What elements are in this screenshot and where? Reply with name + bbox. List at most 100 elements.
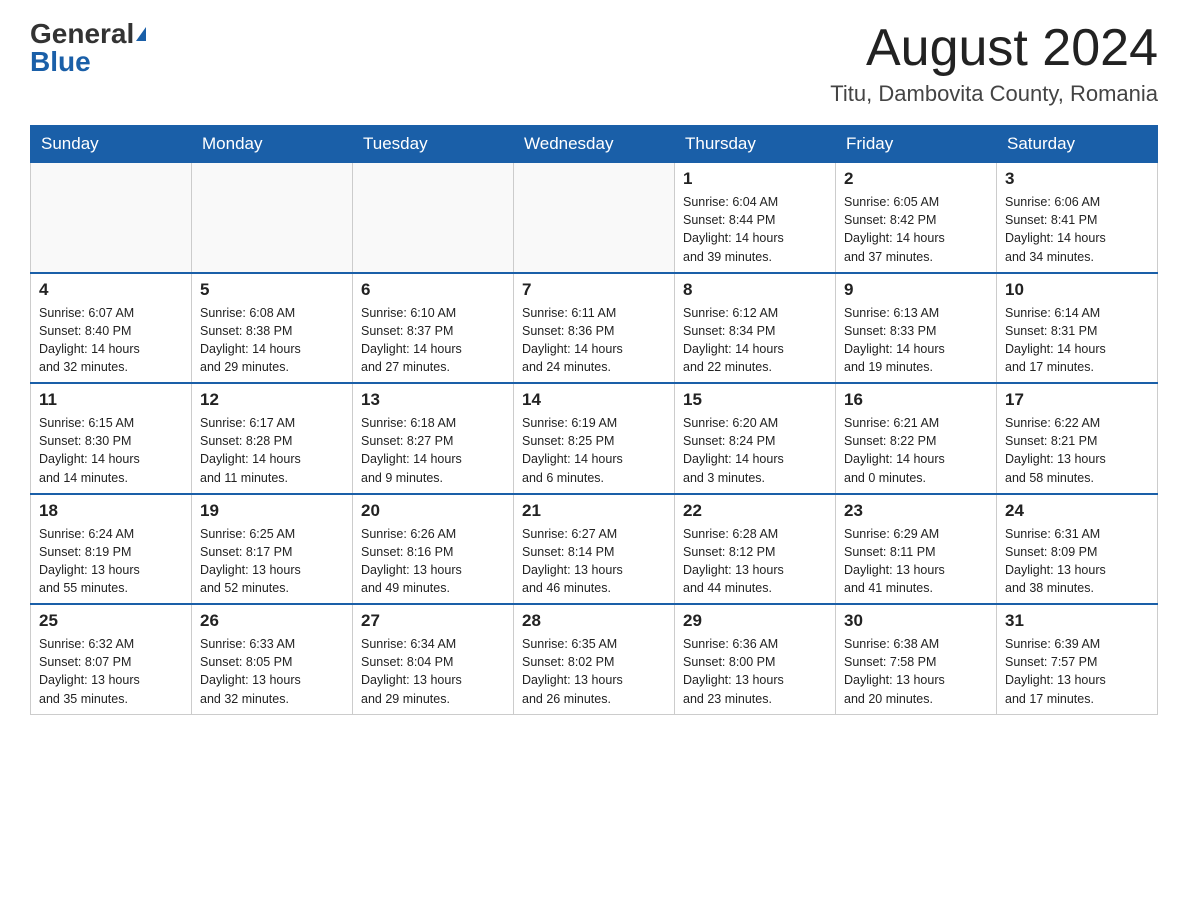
calendar-cell: 3 Sunrise: 6:06 AM Sunset: 8:41 PM Daylig… — [997, 163, 1158, 273]
day-info: Sunrise: 6:17 AM Sunset: 8:28 PM Dayligh… — [200, 414, 344, 487]
day-number: 26 — [200, 611, 344, 631]
day-number: 10 — [1005, 280, 1149, 300]
calendar-cell: 6 Sunrise: 6:10 AM Sunset: 8:37 PM Daylig… — [353, 273, 514, 384]
calendar-cell: 1 Sunrise: 6:04 AM Sunset: 8:44 PM Daylig… — [675, 163, 836, 273]
day-info: Sunrise: 6:34 AM Sunset: 8:04 PM Dayligh… — [361, 635, 505, 708]
logo-triangle-icon — [136, 27, 146, 41]
day-info: Sunrise: 6:05 AM Sunset: 8:42 PM Dayligh… — [844, 193, 988, 266]
calendar-week-1: 1 Sunrise: 6:04 AM Sunset: 8:44 PM Daylig… — [31, 163, 1158, 273]
day-number: 28 — [522, 611, 666, 631]
calendar-cell — [353, 163, 514, 273]
day-number: 23 — [844, 501, 988, 521]
day-number: 6 — [361, 280, 505, 300]
calendar-week-5: 25 Sunrise: 6:32 AM Sunset: 8:07 PM Dayli… — [31, 604, 1158, 714]
day-number: 20 — [361, 501, 505, 521]
header: General Blue August 2024 Titu, Dambovita… — [30, 20, 1158, 107]
day-info: Sunrise: 6:07 AM Sunset: 8:40 PM Dayligh… — [39, 304, 183, 377]
day-number: 22 — [683, 501, 827, 521]
calendar-cell: 24 Sunrise: 6:31 AM Sunset: 8:09 PM Dayli… — [997, 494, 1158, 605]
calendar-cell: 31 Sunrise: 6:39 AM Sunset: 7:57 PM Dayli… — [997, 604, 1158, 714]
day-info: Sunrise: 6:32 AM Sunset: 8:07 PM Dayligh… — [39, 635, 183, 708]
calendar-cell: 9Sunrise: 6:13 AM Sunset: 8:33 PM Daylig… — [836, 273, 997, 384]
logo: General Blue — [30, 20, 146, 76]
day-number: 8 — [683, 280, 827, 300]
day-info: Sunrise: 6:26 AM Sunset: 8:16 PM Dayligh… — [361, 525, 505, 598]
calendar-header-monday: Monday — [192, 126, 353, 163]
calendar-cell: 21Sunrise: 6:27 AM Sunset: 8:14 PM Dayli… — [514, 494, 675, 605]
calendar-header-sunday: Sunday — [31, 126, 192, 163]
calendar-cell: 2Sunrise: 6:05 AM Sunset: 8:42 PM Daylig… — [836, 163, 997, 273]
day-number: 19 — [200, 501, 344, 521]
day-info: Sunrise: 6:13 AM Sunset: 8:33 PM Dayligh… — [844, 304, 988, 377]
day-info: Sunrise: 6:18 AM Sunset: 8:27 PM Dayligh… — [361, 414, 505, 487]
day-number: 5 — [200, 280, 344, 300]
day-number: 30 — [844, 611, 988, 631]
day-number: 12 — [200, 390, 344, 410]
day-info: Sunrise: 6:14 AM Sunset: 8:31 PM Dayligh… — [1005, 304, 1149, 377]
calendar-week-3: 11 Sunrise: 6:15 AM Sunset: 8:30 PM Dayli… — [31, 383, 1158, 494]
calendar-header-row: SundayMondayTuesdayWednesdayThursdayFrid… — [31, 126, 1158, 163]
calendar-cell: 26 Sunrise: 6:33 AM Sunset: 8:05 PM Dayli… — [192, 604, 353, 714]
day-number: 14 — [522, 390, 666, 410]
day-info: Sunrise: 6:24 AM Sunset: 8:19 PM Dayligh… — [39, 525, 183, 598]
calendar-cell: 29Sunrise: 6:36 AM Sunset: 8:00 PM Dayli… — [675, 604, 836, 714]
day-number: 3 — [1005, 169, 1149, 189]
calendar-cell — [514, 163, 675, 273]
day-number: 31 — [1005, 611, 1149, 631]
calendar-cell: 28 Sunrise: 6:35 AM Sunset: 8:02 PM Dayli… — [514, 604, 675, 714]
day-info: Sunrise: 6:04 AM Sunset: 8:44 PM Dayligh… — [683, 193, 827, 266]
calendar-cell: 12 Sunrise: 6:17 AM Sunset: 8:28 PM Dayli… — [192, 383, 353, 494]
calendar-cell: 18 Sunrise: 6:24 AM Sunset: 8:19 PM Dayli… — [31, 494, 192, 605]
day-info: Sunrise: 6:35 AM Sunset: 8:02 PM Dayligh… — [522, 635, 666, 708]
calendar-cell: 25 Sunrise: 6:32 AM Sunset: 8:07 PM Dayli… — [31, 604, 192, 714]
month-title: August 2024 — [830, 20, 1158, 77]
calendar: SundayMondayTuesdayWednesdayThursdayFrid… — [30, 125, 1158, 715]
day-number: 27 — [361, 611, 505, 631]
day-number: 21 — [522, 501, 666, 521]
day-info: Sunrise: 6:29 AM Sunset: 8:11 PM Dayligh… — [844, 525, 988, 598]
calendar-cell: 7Sunrise: 6:11 AM Sunset: 8:36 PM Daylig… — [514, 273, 675, 384]
day-info: Sunrise: 6:39 AM Sunset: 7:57 PM Dayligh… — [1005, 635, 1149, 708]
day-info: Sunrise: 6:33 AM Sunset: 8:05 PM Dayligh… — [200, 635, 344, 708]
calendar-cell: 10 Sunrise: 6:14 AM Sunset: 8:31 PM Dayli… — [997, 273, 1158, 384]
calendar-cell: 20 Sunrise: 6:26 AM Sunset: 8:16 PM Dayli… — [353, 494, 514, 605]
day-number: 25 — [39, 611, 183, 631]
day-info: Sunrise: 6:25 AM Sunset: 8:17 PM Dayligh… — [200, 525, 344, 598]
day-info: Sunrise: 6:10 AM Sunset: 8:37 PM Dayligh… — [361, 304, 505, 377]
day-number: 18 — [39, 501, 183, 521]
title-area: August 2024 Titu, Dambovita County, Roma… — [830, 20, 1158, 107]
day-number: 29 — [683, 611, 827, 631]
calendar-cell: 11 Sunrise: 6:15 AM Sunset: 8:30 PM Dayli… — [31, 383, 192, 494]
calendar-cell — [192, 163, 353, 273]
day-number: 7 — [522, 280, 666, 300]
day-info: Sunrise: 6:20 AM Sunset: 8:24 PM Dayligh… — [683, 414, 827, 487]
day-number: 24 — [1005, 501, 1149, 521]
day-info: Sunrise: 6:38 AM Sunset: 7:58 PM Dayligh… — [844, 635, 988, 708]
calendar-cell: 19 Sunrise: 6:25 AM Sunset: 8:17 PM Dayli… — [192, 494, 353, 605]
day-info: Sunrise: 6:08 AM Sunset: 8:38 PM Dayligh… — [200, 304, 344, 377]
calendar-cell: 22Sunrise: 6:28 AM Sunset: 8:12 PM Dayli… — [675, 494, 836, 605]
calendar-header-thursday: Thursday — [675, 126, 836, 163]
day-number: 15 — [683, 390, 827, 410]
calendar-cell — [31, 163, 192, 273]
day-number: 16 — [844, 390, 988, 410]
day-number: 11 — [39, 390, 183, 410]
day-info: Sunrise: 6:15 AM Sunset: 8:30 PM Dayligh… — [39, 414, 183, 487]
calendar-header-tuesday: Tuesday — [353, 126, 514, 163]
logo-blue: Blue — [30, 48, 91, 76]
day-number: 17 — [1005, 390, 1149, 410]
calendar-cell: 27 Sunrise: 6:34 AM Sunset: 8:04 PM Dayli… — [353, 604, 514, 714]
day-info: Sunrise: 6:22 AM Sunset: 8:21 PM Dayligh… — [1005, 414, 1149, 487]
calendar-cell: 5 Sunrise: 6:08 AM Sunset: 8:38 PM Daylig… — [192, 273, 353, 384]
day-info: Sunrise: 6:06 AM Sunset: 8:41 PM Dayligh… — [1005, 193, 1149, 266]
calendar-header-saturday: Saturday — [997, 126, 1158, 163]
day-info: Sunrise: 6:31 AM Sunset: 8:09 PM Dayligh… — [1005, 525, 1149, 598]
calendar-cell: 13Sunrise: 6:18 AM Sunset: 8:27 PM Dayli… — [353, 383, 514, 494]
calendar-header-wednesday: Wednesday — [514, 126, 675, 163]
day-number: 4 — [39, 280, 183, 300]
day-number: 1 — [683, 169, 827, 189]
calendar-week-4: 18 Sunrise: 6:24 AM Sunset: 8:19 PM Dayli… — [31, 494, 1158, 605]
calendar-cell: 14 Sunrise: 6:19 AM Sunset: 8:25 PM Dayli… — [514, 383, 675, 494]
day-info: Sunrise: 6:19 AM Sunset: 8:25 PM Dayligh… — [522, 414, 666, 487]
logo-general: General — [30, 20, 134, 48]
